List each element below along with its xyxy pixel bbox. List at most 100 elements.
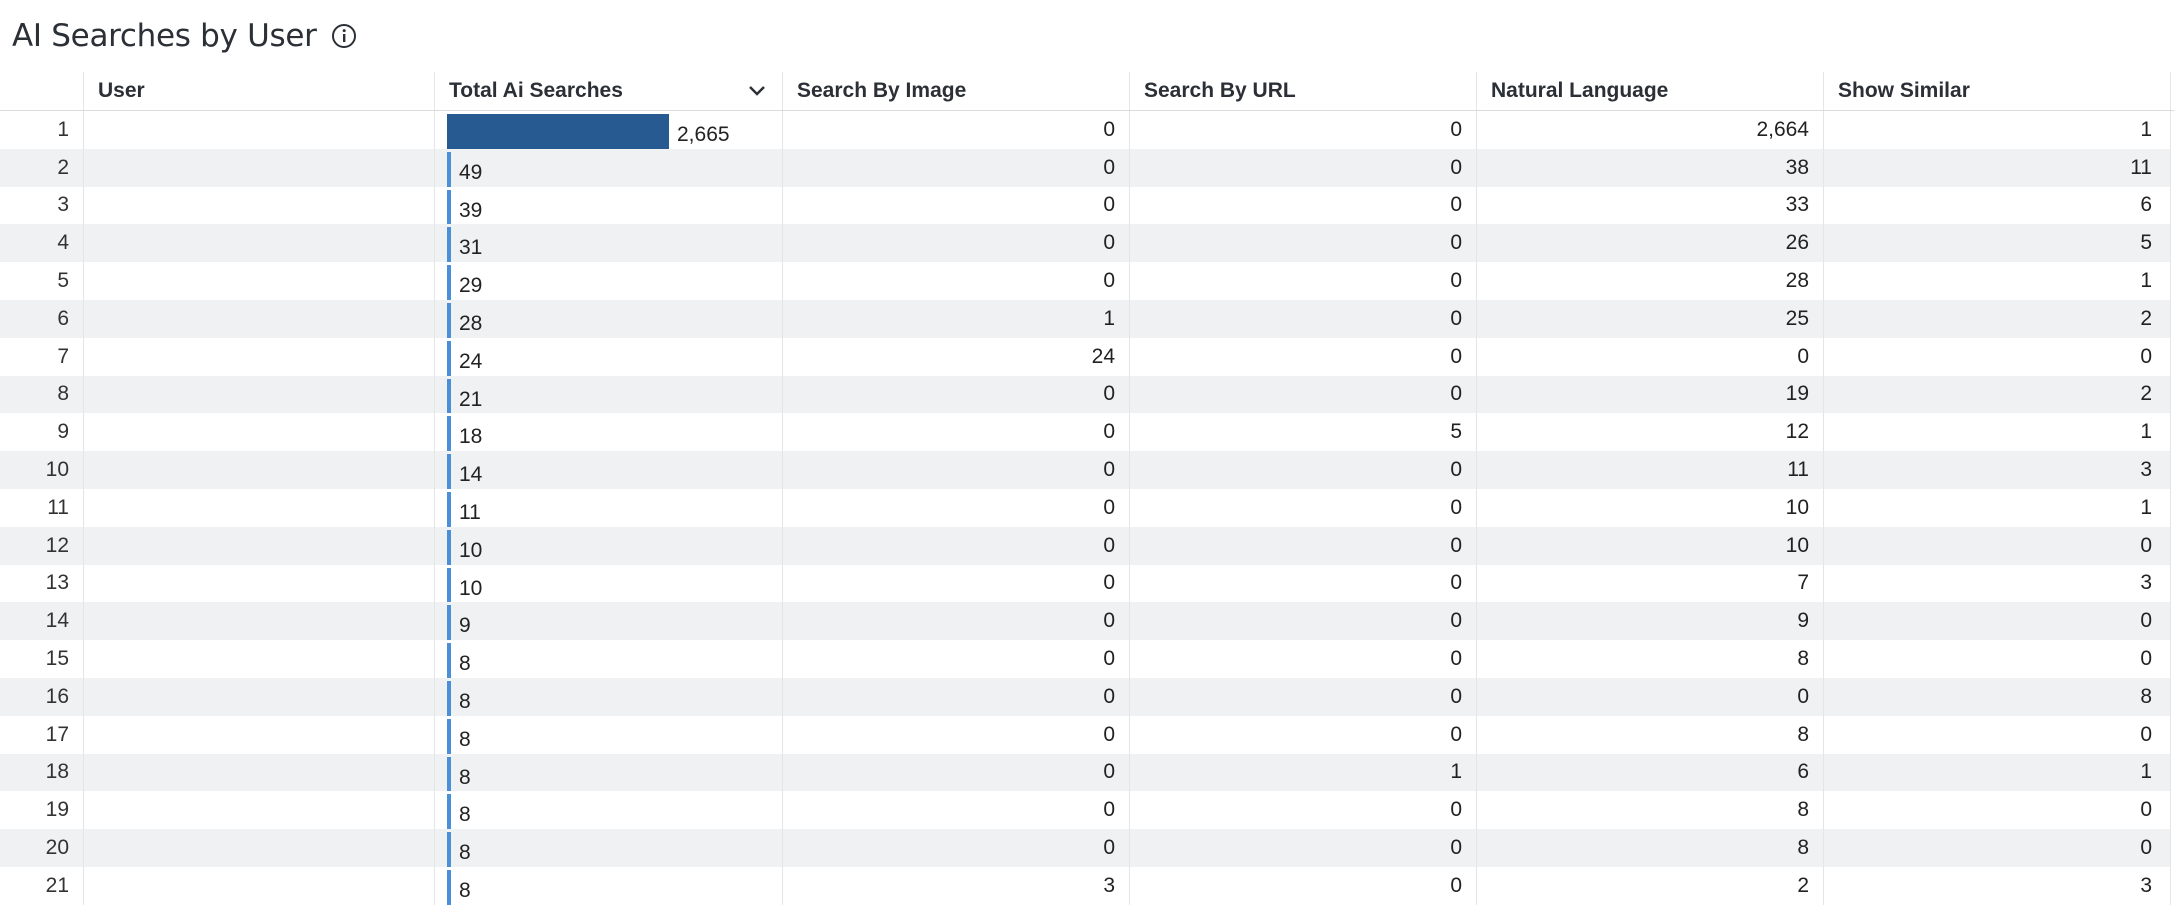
user-cell[interactable] — [84, 224, 435, 263]
table-row[interactable]: 2 49 0 0 38 11 — [0, 148, 2174, 187]
table-row[interactable]: 15 8 0 0 8 0 — [0, 640, 2174, 678]
user-cell[interactable] — [84, 564, 435, 603]
user-cell[interactable] — [84, 640, 435, 678]
total-ai-searches-cell: 10 — [435, 526, 783, 565]
header-search-by-image[interactable]: Search By Image — [783, 72, 1130, 110]
header-natural-language[interactable]: Natural Language — [1477, 72, 1824, 110]
show-similar-cell: 3 — [1824, 866, 2171, 905]
header-search-by-url[interactable]: Search By URL — [1130, 72, 1477, 110]
total-ai-searches-cell: 11 — [435, 488, 783, 527]
total-value: 2,665 — [677, 123, 730, 146]
table-row[interactable]: 3 39 0 0 33 6 — [0, 186, 2174, 225]
search-by-image-cell: 0 — [783, 791, 1130, 830]
table-row[interactable]: 12 10 0 0 10 0 — [0, 526, 2174, 565]
search-by-image-cell: 0 — [783, 148, 1130, 187]
natural-language-cell: 11 — [1477, 451, 1824, 489]
total-value: 8 — [459, 841, 471, 865]
table-row[interactable]: 21 8 3 0 2 3 — [0, 866, 2174, 905]
natural-language-cell: 19 — [1477, 375, 1824, 414]
total-bar — [447, 756, 451, 792]
natural-language-cell: 38 — [1477, 148, 1824, 187]
user-cell[interactable] — [84, 262, 435, 300]
total-bar — [447, 114, 669, 149]
total-bar — [447, 794, 451, 830]
total-value: 8 — [459, 652, 471, 676]
user-cell[interactable] — [84, 602, 435, 641]
user-cell[interactable] — [84, 299, 435, 338]
total-value: 9 — [459, 614, 471, 638]
header-show-similar[interactable]: Show Similar — [1824, 72, 2171, 110]
user-cell[interactable] — [84, 413, 435, 452]
search-by-url-cell: 0 — [1130, 829, 1477, 867]
header-total-ai-searches[interactable]: Total Ai Searches — [435, 72, 783, 110]
row-index: 16 — [0, 677, 84, 716]
natural-language-cell: 2 — [1477, 866, 1824, 905]
total-ai-searches-cell: 8 — [435, 829, 783, 867]
total-bar — [447, 416, 451, 452]
table-row[interactable]: 13 10 0 0 7 3 — [0, 564, 2174, 603]
table-row[interactable]: 8 21 0 0 19 2 — [0, 375, 2174, 414]
total-ai-searches-cell: 8 — [435, 677, 783, 716]
table-row[interactable]: 4 31 0 0 26 5 — [0, 224, 2174, 263]
table-row[interactable]: 5 29 0 0 28 1 — [0, 262, 2174, 300]
search-by-image-cell: 3 — [783, 866, 1130, 905]
user-cell[interactable] — [84, 753, 435, 792]
table-row[interactable]: 1 2,665 0 0 2,664 1 — [0, 111, 2174, 149]
user-cell[interactable] — [84, 148, 435, 187]
search-by-image-cell: 0 — [783, 753, 1130, 792]
search-by-url-cell: 0 — [1130, 299, 1477, 338]
user-cell[interactable] — [84, 791, 435, 830]
search-by-url-cell: 0 — [1130, 224, 1477, 263]
user-cell[interactable] — [84, 866, 435, 905]
show-similar-cell: 0 — [1824, 829, 2171, 867]
search-by-url-cell: 0 — [1130, 866, 1477, 905]
user-cell[interactable] — [84, 186, 435, 225]
show-similar-cell: 1 — [1824, 111, 2171, 149]
search-by-image-cell: 0 — [783, 677, 1130, 716]
natural-language-cell: 12 — [1477, 413, 1824, 452]
natural-language-cell: 25 — [1477, 299, 1824, 338]
show-similar-cell: 0 — [1824, 337, 2171, 376]
table-row[interactable]: 16 8 0 0 0 8 — [0, 677, 2174, 716]
info-icon[interactable] — [331, 23, 357, 49]
search-by-image-cell: 0 — [783, 640, 1130, 678]
show-similar-cell: 1 — [1824, 413, 2171, 452]
user-cell[interactable] — [84, 488, 435, 527]
search-by-url-cell: 0 — [1130, 791, 1477, 830]
search-by-url-cell: 0 — [1130, 602, 1477, 641]
table-row[interactable]: 19 8 0 0 8 0 — [0, 791, 2174, 830]
natural-language-cell: 2,664 — [1477, 111, 1824, 149]
search-by-image-cell: 0 — [783, 715, 1130, 754]
search-by-url-cell: 0 — [1130, 111, 1477, 149]
row-index: 21 — [0, 866, 84, 905]
header-user[interactable]: User — [84, 72, 435, 110]
table-row[interactable]: 10 14 0 0 11 3 — [0, 451, 2174, 489]
table-row[interactable]: 18 8 0 1 6 1 — [0, 753, 2174, 792]
total-bar — [447, 643, 451, 678]
user-cell[interactable] — [84, 375, 435, 414]
user-cell[interactable] — [84, 715, 435, 754]
table-row[interactable]: 7 24 24 0 0 0 — [0, 337, 2174, 376]
natural-language-cell: 9 — [1477, 602, 1824, 641]
total-bar — [447, 718, 451, 754]
user-cell[interactable] — [84, 337, 435, 376]
user-cell[interactable] — [84, 451, 435, 489]
user-cell[interactable] — [84, 111, 435, 149]
total-value: 8 — [459, 878, 471, 902]
natural-language-cell: 28 — [1477, 262, 1824, 300]
table-row[interactable]: 14 9 0 0 9 0 — [0, 602, 2174, 641]
table-row[interactable]: 17 8 0 0 8 0 — [0, 715, 2174, 754]
table-row[interactable]: 9 18 0 5 12 1 — [0, 413, 2174, 452]
search-by-image-cell: 0 — [783, 224, 1130, 263]
table-row[interactable]: 20 8 0 0 8 0 — [0, 829, 2174, 867]
search-by-image-cell: 0 — [783, 526, 1130, 565]
user-cell[interactable] — [84, 526, 435, 565]
natural-language-cell: 8 — [1477, 640, 1824, 678]
total-ai-searches-cell: 8 — [435, 791, 783, 830]
header-index — [0, 72, 84, 110]
table-row[interactable]: 6 28 1 0 25 2 — [0, 299, 2174, 338]
chevron-down-icon[interactable] — [746, 80, 768, 102]
table-row[interactable]: 11 11 0 0 10 1 — [0, 488, 2174, 527]
user-cell[interactable] — [84, 677, 435, 716]
user-cell[interactable] — [84, 829, 435, 867]
